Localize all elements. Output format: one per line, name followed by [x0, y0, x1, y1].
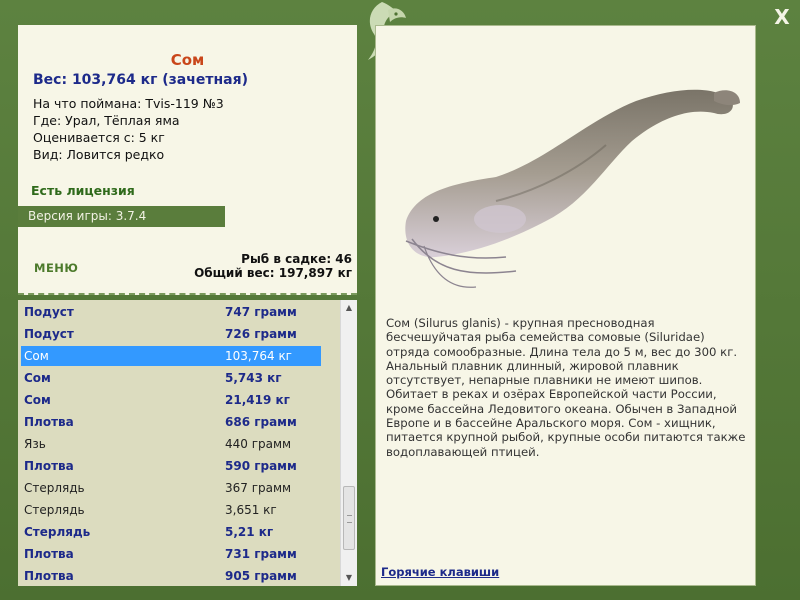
- fish-weight-cell: 440 грамм: [225, 437, 292, 451]
- fish-weight-cell: 367 грамм: [225, 481, 292, 495]
- list-item[interactable]: Стерлядь 367 грамм: [21, 478, 321, 498]
- hotkeys-link[interactable]: Горячие клавиши: [381, 565, 499, 579]
- list-item[interactable]: Сом 21,419 кг: [21, 390, 321, 410]
- list-item[interactable]: Подуст 726 грамм: [21, 324, 321, 344]
- list-item[interactable]: Подуст 747 грамм: [21, 302, 321, 322]
- fish-weight-cell: 3,651 кг: [225, 503, 277, 517]
- fish-name-cell: Плотва: [24, 459, 74, 473]
- list-item[interactable]: Плотва 731 грамм: [21, 544, 321, 564]
- fish-name-cell: Плотва: [24, 547, 74, 561]
- catch-list[interactable]: Подуст 747 грамм Подуст 726 грамм Сом 103,764…: [18, 300, 357, 586]
- total-weight: Общий вес: 197,897 кг: [194, 266, 352, 280]
- close-icon: X: [774, 5, 790, 29]
- fish-weight-cell: 905 грамм: [225, 569, 297, 583]
- fish-weight-cell: 103,764 кг: [225, 349, 292, 363]
- fish-name: Сом: [170, 51, 205, 69]
- catfish-image: [405, 89, 740, 288]
- fish-name-cell: Подуст: [24, 327, 74, 341]
- fish-name-cell: Стерлядь: [24, 525, 91, 539]
- list-scrollbar[interactable]: ▲ ▼: [340, 300, 357, 586]
- list-item[interactable]: Сом 103,764 кг: [21, 346, 321, 366]
- fish-name-cell: Язь: [24, 437, 46, 451]
- close-button[interactable]: X: [770, 6, 794, 28]
- list-item[interactable]: Стерлядь 3,651 кг: [21, 500, 321, 520]
- list-item[interactable]: Язь 440 грамм: [21, 434, 321, 454]
- fish-name-cell: Подуст: [24, 305, 74, 319]
- arrow-up-icon[interactable]: ▲: [341, 300, 357, 316]
- list-item[interactable]: Стерлядь 5,21 кг: [21, 522, 321, 542]
- menu-button[interactable]: МЕНЮ: [34, 261, 78, 275]
- list-item[interactable]: Сом 5,743 кг: [21, 368, 321, 388]
- fish-weight-cell: 5,743 кг: [225, 371, 282, 385]
- min-weight-info: Оценивается с: 5 кг: [33, 130, 165, 145]
- list-item[interactable]: Плотва 905 грамм: [21, 566, 321, 586]
- arrow-down-icon[interactable]: ▼: [341, 570, 357, 586]
- list-item[interactable]: Плотва 686 грамм: [21, 412, 321, 432]
- bait-info: На что поймана: Tvis-119 №3: [33, 96, 224, 111]
- fish-weight-cell: 726 грамм: [225, 327, 297, 341]
- fish-weight-cell: 21,419 кг: [225, 393, 290, 407]
- fish-weight-cell: 686 грамм: [225, 415, 297, 429]
- fish-weight-cell: 731 грамм: [225, 547, 297, 561]
- license-status: Есть лицензия: [31, 183, 135, 198]
- fish-description: Сом (Silurus glanis) - крупная пресновод…: [386, 316, 746, 459]
- location-info: Где: Урал, Тёплая яма: [33, 113, 180, 128]
- fish-name-cell: Плотва: [24, 569, 74, 583]
- fish-weight-cell: 747 грамм: [225, 305, 297, 319]
- fish-name-cell: Сом: [24, 371, 51, 385]
- scroll-thumb[interactable]: [343, 486, 355, 550]
- game-version: Версия игры: 3.7.4: [18, 206, 225, 227]
- fish-name-cell: Стерлядь: [24, 481, 85, 495]
- fish-name-cell: Сом: [24, 349, 49, 363]
- fish-name-cell: Стерлядь: [24, 503, 85, 517]
- fish-info-panel: Сом Вес: 103,764 кг (зачетная) На что по…: [18, 25, 357, 295]
- fish-detail-panel: Сом (Silurus glanis) - крупная пресновод…: [375, 25, 756, 586]
- fish-name-cell: Плотва: [24, 415, 74, 429]
- list-item[interactable]: Плотва 590 грамм: [21, 456, 321, 476]
- fish-count: Рыб в садке: 46: [241, 252, 352, 266]
- fish-weight-cell: 5,21 кг: [225, 525, 274, 539]
- rarity-info: Вид: Ловится редко: [33, 147, 165, 162]
- fish-name-cell: Сом: [24, 393, 51, 407]
- keepnet-stats: Рыб в садке: 46 Общий вес: 197,897 кг: [194, 252, 352, 280]
- fish-weight-cell: 590 грамм: [225, 459, 297, 473]
- fish-weight: Вес: 103,764 кг (зачетная): [33, 72, 248, 88]
- divider: [18, 293, 357, 295]
